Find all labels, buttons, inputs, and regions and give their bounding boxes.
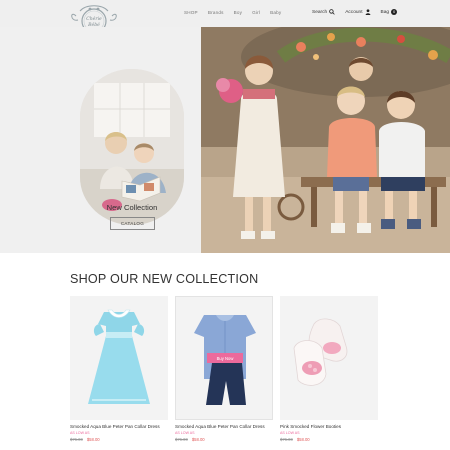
product-card[interactable]: Smocked Aqua Blue Peter Pan Collar Dress… (70, 296, 168, 442)
product-card[interactable]: Buy Now Smocked Aqua Blue Peter Pan Coll… (175, 296, 273, 442)
hero-banner: New Collection CATALOG (0, 27, 450, 253)
hero-title: New Collection (106, 203, 158, 212)
header-tools: Search Account Bag 0 (312, 9, 398, 15)
product-price-note: AS LOW AS (70, 431, 90, 435)
search-link[interactable]: Search (312, 9, 335, 15)
main-nav: SHOP Brands Boy Girl Baby (184, 10, 281, 15)
nav-item-boy[interactable]: Boy (234, 10, 243, 15)
hero-photo (201, 27, 450, 253)
nav-item-shop[interactable]: SHOP (184, 10, 198, 15)
bag-link[interactable]: Bag 0 (381, 9, 398, 15)
site-header: Chérie Bébé SHOP Brands Boy Girl Baby Se… (0, 0, 450, 36)
section-title: SHOP OUR NEW COLLECTION (70, 272, 259, 286)
bag-count-badge: 0 (391, 9, 398, 15)
product-card[interactable]: Pink Smocked Flower Booties AS LOW AS $7… (280, 296, 378, 442)
product-price-note: AS LOW AS (280, 431, 300, 435)
buy-now-button[interactable]: Buy Now (207, 353, 243, 363)
product-image[interactable] (280, 296, 378, 420)
product-old-price: $76.00 (70, 437, 83, 442)
product-prices: $76.00 $58.00 (280, 437, 378, 442)
product-old-price: $76.00 (280, 437, 293, 442)
nav-item-baby[interactable]: Baby (270, 10, 281, 15)
product-sale-price: $58.00 (191, 437, 205, 442)
product-name[interactable]: Smocked Aqua Blue Peter Pan Collar Dress (70, 424, 168, 429)
search-icon (329, 9, 335, 15)
nav-item-girl[interactable]: Girl (252, 10, 260, 15)
product-sale-price: $58.00 (296, 437, 310, 442)
product-prices: $76.00 $58.00 (70, 437, 168, 442)
account-link[interactable]: Account (345, 9, 370, 15)
product-price-note: AS LOW AS (175, 431, 195, 435)
product-name[interactable]: Smocked Aqua Blue Peter Pan Collar Dress (175, 424, 273, 429)
search-label: Search (312, 9, 328, 15)
product-image[interactable]: Buy Now (175, 296, 273, 420)
user-icon (365, 9, 370, 15)
logo-text-line1: Chérie (86, 15, 102, 22)
product-image[interactable] (70, 296, 168, 420)
nav-item-brands[interactable]: Brands (208, 10, 224, 15)
account-label: Account (345, 9, 363, 15)
hero-oval-photo (80, 69, 184, 225)
product-prices: $76.00 $58.00 (175, 437, 273, 442)
product-name[interactable]: Pink Smocked Flower Booties (280, 424, 378, 429)
product-old-price: $76.00 (175, 437, 188, 442)
catalog-button[interactable]: CATALOG (110, 217, 155, 230)
hero-left-panel: New Collection CATALOG (0, 27, 201, 253)
bag-label: Bag (380, 9, 390, 15)
product-sale-price: $58.00 (86, 437, 100, 442)
